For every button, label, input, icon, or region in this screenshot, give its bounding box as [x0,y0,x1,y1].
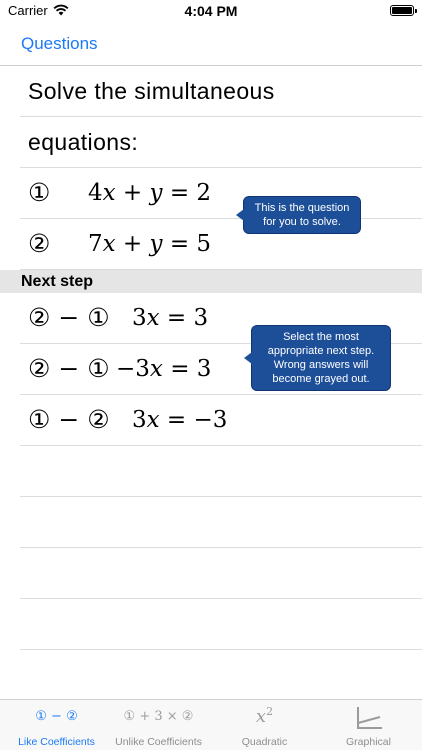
next-step-header-label: Next step [21,273,94,290]
question-title-row: Solve the simultaneous [20,66,422,117]
question-title-line2: equations: [28,129,139,155]
status-bar: Carrier 4:04 PM [0,0,422,22]
empty-row [20,599,422,650]
next-step-tooltip: Select the most appropriate next step. W… [244,325,391,391]
tab-label: Unlike Coefficients [115,736,202,748]
tab-quadratic[interactable]: x2 Quadratic [212,700,317,750]
step-operation: ② − ① [28,354,110,383]
equation-row-1: ① 4x + y = 2 [20,168,422,219]
tab-bar: ① − ② Like Coefficients ① + 3 × ② Unlike… [0,699,422,750]
tab-unlike-coefficients[interactable]: ① + 3 × ② Unlike Coefficients [106,700,211,750]
tab-label: Quadratic [241,736,288,748]
step-result: −3x = 3 [116,356,212,382]
step-operation: ① − ② [28,405,110,434]
quadratic-icon: x2 [255,705,274,727]
clock: 4:04 PM [184,3,238,19]
equation-1: 4x + y = 2 [88,180,212,206]
next-step-section-header: Next step [0,270,422,293]
graph-axes-icon [316,707,421,731]
back-to-questions-button[interactable]: Questions [21,34,98,54]
question-title-line1: Solve the simultaneous [28,78,275,104]
step-result: 3x = −3 [132,407,228,433]
tab-like-coefficients[interactable]: ① − ② Like Coefficients [4,700,109,750]
step-result: 3x = 3 [132,305,209,331]
empty-row [20,446,422,497]
equation-marker: ① [28,178,51,207]
tab-graphical[interactable]: Graphical [316,700,421,750]
battery-icon [390,5,417,16]
step-operation: ② − ① [28,303,110,332]
tab-label: Graphical [346,736,391,748]
equation-marker: ② [28,229,51,258]
navigation-bar: Questions [0,22,422,66]
next-step-option-3[interactable]: ① − ② 3x = −3 [20,395,422,446]
empty-row [20,497,422,548]
question-title-row: equations: [20,117,422,168]
equation-row-2: ② 7x + y = 5 [20,219,422,270]
like-coefficients-icon: ① − ② [35,709,78,724]
unlike-coefficients-icon: ① + 3 × ② [123,709,194,724]
empty-row [20,548,422,599]
equation-2: 7x + y = 5 [88,231,212,257]
question-tooltip: This is the question for you to solve. [236,196,361,234]
tab-label: Like Coefficients [18,736,95,748]
